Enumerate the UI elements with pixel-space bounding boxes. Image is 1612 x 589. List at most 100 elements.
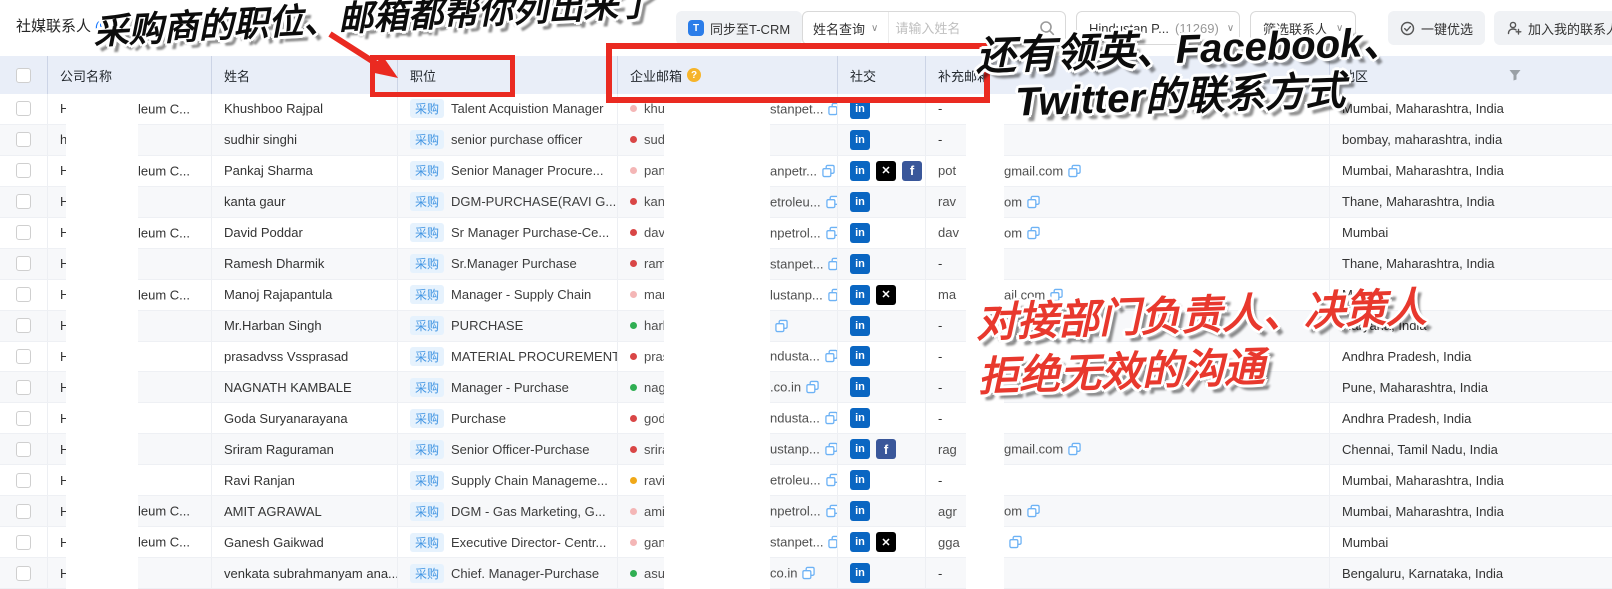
- linkedin-icon[interactable]: in: [850, 563, 870, 583]
- contact-name-cell[interactable]: venkata subrahmanyam ana...: [212, 558, 398, 588]
- help-icon[interactable]: ?: [687, 68, 701, 82]
- row-checkbox[interactable]: [16, 287, 31, 302]
- linkedin-icon[interactable]: in: [850, 408, 870, 428]
- linkedin-icon[interactable]: in: [850, 254, 870, 274]
- name-search-input[interactable]: [889, 21, 1037, 36]
- email-status-dot: [630, 260, 637, 267]
- contact-name-cell[interactable]: prasadvss Vssprasad: [212, 342, 398, 372]
- row-checkbox[interactable]: [16, 566, 31, 581]
- linkedin-icon[interactable]: in: [850, 439, 870, 459]
- x-icon[interactable]: ✕: [876, 161, 896, 181]
- add-to-my-contacts-button[interactable]: 加入我的联系人: [1494, 11, 1612, 45]
- copy-icon[interactable]: [826, 226, 838, 239]
- row-checkbox[interactable]: [16, 411, 31, 426]
- row-checkbox[interactable]: [16, 256, 31, 271]
- contact-name-cell[interactable]: Manoj Rajapantula: [212, 280, 398, 310]
- row-checkbox[interactable]: [16, 535, 31, 550]
- linkedin-icon[interactable]: in: [850, 223, 870, 243]
- supp-email-suffix: gmail.com: [1004, 442, 1063, 457]
- row-checkbox[interactable]: [16, 442, 31, 457]
- copy-icon[interactable]: [1050, 288, 1063, 301]
- search-icon[interactable]: [1039, 20, 1055, 36]
- contact-name-cell[interactable]: kanta gaur: [212, 187, 398, 217]
- facebook-icon[interactable]: f: [902, 161, 922, 181]
- copy-icon[interactable]: [825, 350, 838, 363]
- sync-to-tcrm-button[interactable]: T 同步至T-CRM: [676, 11, 802, 45]
- region: Mumbai: [1342, 287, 1388, 302]
- copy-icon[interactable]: [1068, 443, 1081, 456]
- linkedin-icon[interactable]: in: [850, 192, 870, 212]
- column-header-company-label: 公司名称: [60, 66, 112, 85]
- filter-contacts-dropdown[interactable]: 筛选联系人 ∨: [1250, 11, 1356, 45]
- row-checkbox[interactable]: [16, 504, 31, 519]
- row-checkbox[interactable]: [16, 101, 31, 116]
- privacy-mask-supp-email: [966, 94, 1004, 589]
- job-title-cell: 采购Supply Chain Manageme...: [398, 465, 618, 495]
- supp-email-empty: -: [938, 411, 942, 426]
- contact-name-cell[interactable]: Goda Suryanarayana: [212, 403, 398, 433]
- copy-icon[interactable]: [822, 164, 835, 177]
- row-select-cell: [0, 434, 48, 464]
- linkedin-icon[interactable]: in: [850, 501, 870, 521]
- copy-icon[interactable]: [775, 319, 788, 332]
- copy-icon[interactable]: [1027, 505, 1040, 518]
- row-checkbox[interactable]: [16, 380, 31, 395]
- email-status-dot: [630, 322, 637, 329]
- copy-icon[interactable]: [1009, 536, 1022, 549]
- row-checkbox[interactable]: [16, 163, 31, 178]
- contact-name-cell[interactable]: Mr.Harban Singh: [212, 311, 398, 341]
- copy-icon[interactable]: [828, 536, 838, 549]
- supp-email-empty: -: [938, 349, 942, 364]
- linkedin-icon[interactable]: in: [850, 161, 870, 181]
- contact-name-cell[interactable]: NAGNATH KAMBALE: [212, 372, 398, 402]
- linkedin-icon[interactable]: in: [850, 99, 870, 119]
- row-checkbox[interactable]: [16, 318, 31, 333]
- linkedin-icon[interactable]: in: [850, 285, 870, 305]
- linkedin-icon[interactable]: in: [850, 532, 870, 552]
- select-all-checkbox[interactable]: [16, 68, 31, 83]
- name-query-dropdown[interactable]: 姓名查询 ∨: [803, 12, 889, 44]
- contact-name-cell[interactable]: Ganesh Gaikwad: [212, 527, 398, 557]
- copy-icon[interactable]: [828, 102, 838, 115]
- contact-name-cell[interactable]: Ramesh Dharmik: [212, 249, 398, 279]
- supp-email-prefix: rag: [938, 442, 957, 457]
- contact-name-cell[interactable]: AMIT AGRAWAL: [212, 496, 398, 526]
- company-name-suffix: leum C...: [138, 535, 190, 550]
- facebook-icon[interactable]: f: [876, 439, 896, 459]
- row-checkbox[interactable]: [16, 349, 31, 364]
- copy-icon[interactable]: [825, 443, 838, 456]
- copy-icon[interactable]: [828, 257, 838, 270]
- column-header-social-label: 社交: [850, 66, 876, 85]
- contact-name-cell[interactable]: Sriram Raguraman: [212, 434, 398, 464]
- x-icon[interactable]: ✕: [876, 532, 896, 552]
- copy-icon[interactable]: [1027, 195, 1040, 208]
- x-icon[interactable]: ✕: [876, 285, 896, 305]
- row-checkbox[interactable]: [16, 225, 31, 240]
- contact-name-cell[interactable]: sudhir singhi: [212, 125, 398, 155]
- job-title-cell: 采购MATERIAL PROCUREMENT: [398, 342, 618, 372]
- company-select[interactable]: Hindustan P... (11269) ∨: [1076, 11, 1240, 45]
- row-checkbox[interactable]: [16, 473, 31, 488]
- copy-icon[interactable]: [1027, 226, 1040, 239]
- contact-name-cell[interactable]: Pankaj Sharma: [212, 156, 398, 186]
- row-checkbox[interactable]: [16, 132, 31, 147]
- contact-name-cell[interactable]: David Poddar: [212, 218, 398, 248]
- copy-icon[interactable]: [802, 567, 815, 580]
- copy-icon[interactable]: [825, 412, 838, 425]
- contact-name-cell[interactable]: Khushboo Rajpal: [212, 94, 398, 124]
- linkedin-icon[interactable]: in: [850, 470, 870, 490]
- copy-icon[interactable]: [826, 195, 838, 208]
- filter-funnel-icon[interactable]: [1508, 68, 1522, 82]
- contact-name-cell[interactable]: Ravi Ranjan: [212, 465, 398, 495]
- row-checkbox[interactable]: [16, 194, 31, 209]
- one-click-optimize-button[interactable]: 一键优选: [1388, 11, 1485, 45]
- copy-icon[interactable]: [828, 288, 838, 301]
- linkedin-icon[interactable]: in: [850, 130, 870, 150]
- copy-icon[interactable]: [826, 505, 838, 518]
- linkedin-icon[interactable]: in: [850, 316, 870, 336]
- copy-icon[interactable]: [806, 381, 819, 394]
- copy-icon[interactable]: [1068, 164, 1081, 177]
- copy-icon[interactable]: [826, 474, 838, 487]
- linkedin-icon[interactable]: in: [850, 377, 870, 397]
- linkedin-icon[interactable]: in: [850, 346, 870, 366]
